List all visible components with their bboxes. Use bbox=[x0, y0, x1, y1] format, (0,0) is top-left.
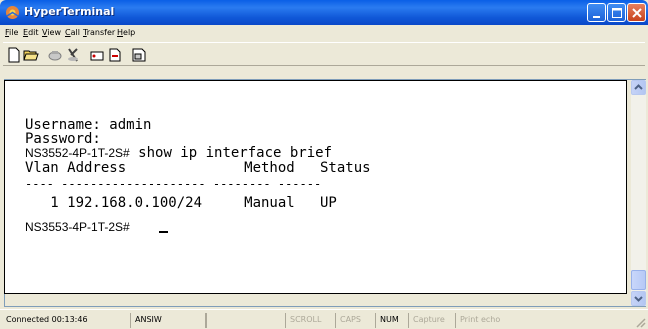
menu-bar: File Edit View Call Transfer Help bbox=[3, 25, 645, 40]
cli-command: show ip interface brief bbox=[129, 145, 333, 161]
chevron-down-icon bbox=[634, 296, 643, 302]
status-print-echo: Print echo bbox=[460, 315, 501, 324]
scroll-up-button[interactable] bbox=[631, 80, 646, 95]
terminal-screen[interactable]: Username: admin Password: NS3552-4P-1T-2… bbox=[4, 80, 627, 294]
menu-help[interactable]: Help bbox=[117, 28, 135, 37]
text-cursor bbox=[159, 231, 168, 233]
menu-file[interactable]: File bbox=[5, 28, 18, 37]
close-icon bbox=[632, 8, 642, 18]
connect-icon[interactable] bbox=[47, 47, 63, 63]
minimize-icon bbox=[593, 16, 600, 18]
scroll-down-button[interactable] bbox=[631, 291, 646, 306]
status-num: NUM bbox=[376, 313, 409, 328]
cli-prompt: NS3552-4P-1T-2S# bbox=[25, 146, 130, 160]
properties-icon[interactable] bbox=[131, 47, 147, 63]
receive-icon[interactable] bbox=[107, 47, 123, 63]
disconnect-icon[interactable] bbox=[65, 47, 81, 63]
status-caps: CAPS bbox=[336, 313, 376, 328]
maximize-button[interactable] bbox=[607, 3, 626, 22]
minimize-button[interactable] bbox=[587, 3, 606, 22]
status-capture: Capture bbox=[409, 313, 456, 328]
close-button[interactable] bbox=[627, 3, 646, 22]
status-emulation: ANSIW bbox=[131, 313, 206, 328]
terminal-line-command: NS3552-4P-1T-2S# show ip interface brief bbox=[25, 146, 332, 161]
hyperterminal-icon bbox=[6, 6, 19, 19]
window-title: HyperTerminal bbox=[24, 5, 115, 18]
terminal-line-password: Password: bbox=[25, 131, 101, 147]
menu-transfer[interactable]: Transfer bbox=[83, 28, 115, 37]
resize-grip-icon[interactable] bbox=[634, 316, 646, 328]
send-icon[interactable] bbox=[89, 47, 105, 63]
status-bar: Connected 00:13:46 ANSIW SCROLL CAPS NUM… bbox=[0, 309, 648, 329]
status-scroll: SCROLL bbox=[286, 313, 336, 328]
table-row: 1 192.168.0.100/24 Manual UP bbox=[25, 195, 337, 211]
toolbar bbox=[3, 42, 645, 66]
table-header: Vlan Address Method Status bbox=[25, 160, 371, 176]
cli-prompt-current: NS3553-4P-1T-2S# bbox=[25, 220, 130, 234]
table-rule: ---- -------------------- -------- -----… bbox=[25, 177, 322, 191]
maximize-icon bbox=[612, 8, 622, 18]
open-icon[interactable] bbox=[23, 47, 39, 63]
menu-call[interactable]: Call bbox=[65, 28, 80, 37]
chevron-up-icon bbox=[634, 84, 643, 90]
menu-view[interactable]: View bbox=[42, 28, 61, 37]
vertical-scrollbar[interactable] bbox=[631, 80, 646, 306]
status-blank bbox=[206, 313, 286, 328]
status-connected: Connected 00:13:46 bbox=[2, 313, 131, 328]
scroll-thumb[interactable] bbox=[631, 270, 646, 290]
new-icon[interactable] bbox=[6, 47, 22, 63]
title-bar[interactable]: HyperTerminal bbox=[0, 0, 648, 25]
menu-edit[interactable]: Edit bbox=[23, 28, 39, 37]
